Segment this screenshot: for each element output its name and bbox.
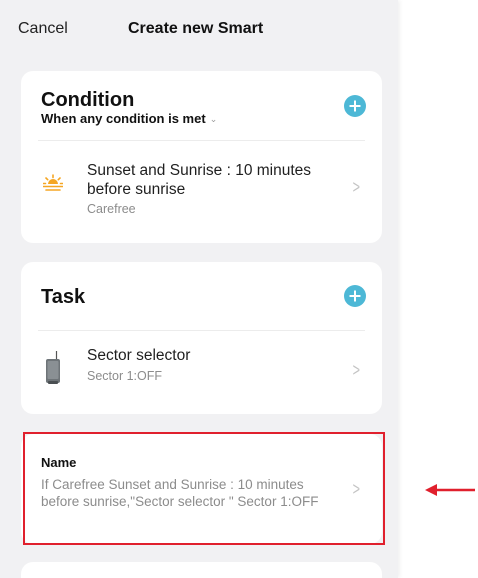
chevron-right-icon: >	[353, 360, 361, 380]
condition-match-label: When any condition is met	[41, 111, 206, 126]
chevron-right-icon: >	[353, 177, 361, 197]
divider	[38, 330, 365, 331]
task-card: Task Sector selector Sector 1:OFF >	[21, 262, 382, 414]
add-condition-button[interactable]	[344, 95, 366, 117]
sunrise-icon	[43, 174, 63, 191]
condition-item-subtitle: Carefree	[87, 202, 136, 216]
condition-card: Condition When any condition is met ⌄ Sun…	[21, 71, 382, 243]
page-title: Create new Smart	[128, 20, 264, 37]
condition-item[interactable]: Sunset and Sunrise : 10 minutes before s…	[21, 151, 382, 231]
next-card	[21, 562, 382, 578]
condition-title: Condition	[41, 89, 135, 111]
condition-match-dropdown[interactable]: When any condition is met ⌄	[41, 111, 217, 126]
chevron-down-icon: ⌄	[209, 114, 218, 124]
navigation-bar: Cancel Create new Smart	[0, 0, 398, 62]
condition-item-title: Sunset and Sunrise : 10 minutes before s…	[87, 162, 312, 198]
arrow-left-icon	[425, 484, 475, 496]
highlight-box	[23, 432, 385, 545]
task-item-title: Sector selector	[87, 347, 191, 364]
task-item[interactable]: Sector selector Sector 1:OFF >	[21, 340, 382, 404]
task-title: Task	[41, 286, 86, 308]
add-task-button[interactable]	[344, 285, 366, 307]
divider	[38, 140, 365, 141]
sector-selector-device-icon	[46, 351, 60, 384]
task-item-subtitle: Sector 1:OFF	[87, 369, 163, 383]
cancel-button[interactable]: Cancel	[18, 20, 68, 38]
